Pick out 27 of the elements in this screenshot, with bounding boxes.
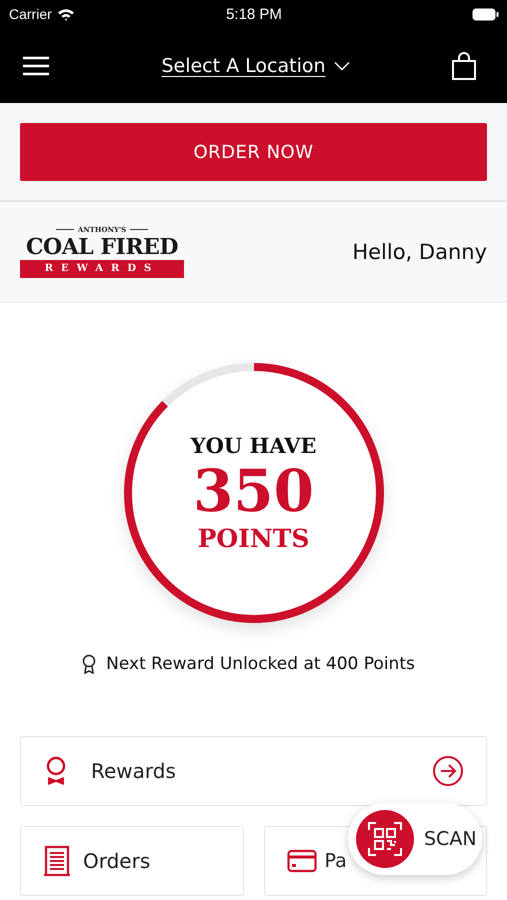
arrow-circle-icon	[432, 755, 464, 787]
chevron-down-icon	[334, 60, 350, 70]
carrier-name: Carrier	[9, 6, 52, 22]
battery-icon	[472, 8, 499, 20]
shopping-bag-icon	[451, 52, 477, 80]
greeting-text: Hello, Danny	[352, 240, 487, 264]
credit-card-icon	[286, 849, 316, 873]
medal-icon	[82, 654, 96, 674]
menu-icon	[22, 56, 50, 76]
menu-tile[interactable]: Orders	[20, 826, 244, 896]
ribbon-medal-icon	[45, 756, 67, 786]
wifi-icon	[56, 8, 75, 20]
cart-button[interactable]	[451, 52, 477, 80]
logo-banner: REWARDS	[20, 260, 184, 278]
receipt-icon	[43, 845, 71, 877]
scan-button[interactable]: SCAN	[348, 803, 482, 875]
logo-text: COAL FIRED	[26, 234, 178, 260]
qr-code-icon	[368, 822, 402, 856]
order-now-button[interactable]: ORDER NOW	[20, 123, 487, 181]
location-selector[interactable]: Select A Location	[161, 54, 350, 76]
next-reward-text: Next Reward Unlocked at 400 Points	[106, 654, 415, 674]
points-value: 350	[192, 458, 314, 524]
status-time: 5:18 PM	[226, 6, 282, 22]
menu-tile[interactable]: Rewards	[20, 736, 487, 806]
points-unit: POINTS	[198, 524, 310, 553]
points-heading: YOU HAVE	[190, 433, 316, 458]
menu-button[interactable]	[22, 56, 50, 76]
